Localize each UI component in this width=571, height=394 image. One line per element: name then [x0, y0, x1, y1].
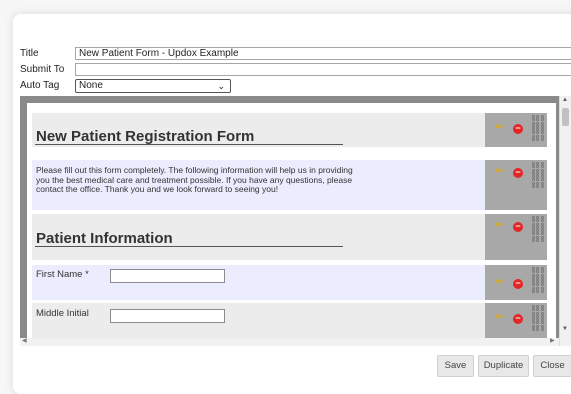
first-name-block[interactable]: First Name * ✏ −: [32, 265, 547, 300]
chevron-down-icon: ⌄: [217, 81, 225, 91]
minus-circle-icon[interactable]: −: [513, 168, 523, 178]
horizontal-scrollbar[interactable]: ◀ ▶: [20, 338, 559, 346]
pencil-icon[interactable]: ✏: [495, 220, 503, 231]
block-toolbar: ✏ −: [485, 214, 547, 260]
submit-to-label: Submit To: [20, 64, 65, 75]
title-label: Title: [20, 48, 39, 59]
minus-circle-icon[interactable]: −: [513, 314, 523, 324]
close-button[interactable]: Close: [533, 355, 571, 377]
grip-icon[interactable]: [532, 216, 545, 243]
section-heading: Patient Information: [36, 230, 173, 247]
heading-underline: [35, 144, 343, 145]
patient-info-heading-block[interactable]: Patient Information ✏ −: [32, 214, 547, 260]
vertical-scrollbar[interactable]: ▲ ▼: [559, 96, 571, 346]
scroll-thumb[interactable]: [562, 108, 569, 126]
intro-paragraph: Please fill out this form completely. Th…: [36, 165, 353, 195]
duplicate-button[interactable]: Duplicate: [478, 355, 529, 377]
middle-initial-input[interactable]: [110, 309, 225, 323]
pencil-icon[interactable]: ✏: [495, 166, 503, 177]
title-input[interactable]: New Patient Form - Updox Example: [75, 47, 571, 60]
minus-circle-icon[interactable]: −: [513, 124, 523, 134]
pencil-icon[interactable]: ✏: [495, 312, 503, 323]
form-preview-content: New Patient Registration Form ✏ − Please…: [27, 103, 556, 342]
middle-initial-block[interactable]: Middle Initial ✏ −: [32, 303, 547, 342]
block-toolbar: ✏ −: [485, 160, 547, 210]
auto-tag-label: Auto Tag: [20, 80, 60, 91]
form-heading: New Patient Registration Form: [36, 128, 255, 145]
block-toolbar: ✏ −: [485, 265, 547, 300]
grip-icon[interactable]: [532, 115, 545, 142]
scroll-right-icon[interactable]: ▶: [550, 337, 555, 344]
grip-icon[interactable]: [532, 305, 545, 332]
auto-tag-value: None: [79, 80, 103, 91]
save-button[interactable]: Save: [437, 355, 474, 377]
pencil-icon[interactable]: ✏: [495, 277, 503, 288]
grip-icon[interactable]: [532, 267, 545, 294]
scroll-up-icon[interactable]: ▲: [562, 97, 568, 103]
heading-underline: [35, 246, 343, 247]
form-heading-block[interactable]: New Patient Registration Form ✏ −: [32, 113, 547, 147]
intro-block[interactable]: Please fill out this form completely. Th…: [32, 160, 547, 210]
form-preview-viewport: New Patient Registration Form ✏ − Please…: [20, 96, 571, 346]
block-toolbar: ✏ −: [485, 303, 547, 342]
scroll-left-icon[interactable]: ◀: [22, 337, 27, 344]
first-name-input[interactable]: [110, 269, 225, 283]
middle-initial-label: Middle Initial: [36, 308, 89, 319]
block-toolbar: ✏ −: [485, 113, 547, 147]
auto-tag-select[interactable]: None ⌄: [75, 79, 231, 93]
grip-icon[interactable]: [532, 162, 545, 189]
minus-circle-icon[interactable]: −: [513, 222, 523, 232]
submit-to-input[interactable]: [75, 63, 571, 76]
first-name-label: First Name *: [36, 269, 89, 280]
pencil-icon[interactable]: ✏: [495, 122, 503, 133]
minus-circle-icon[interactable]: −: [513, 279, 523, 289]
scroll-down-icon[interactable]: ▼: [562, 326, 568, 332]
